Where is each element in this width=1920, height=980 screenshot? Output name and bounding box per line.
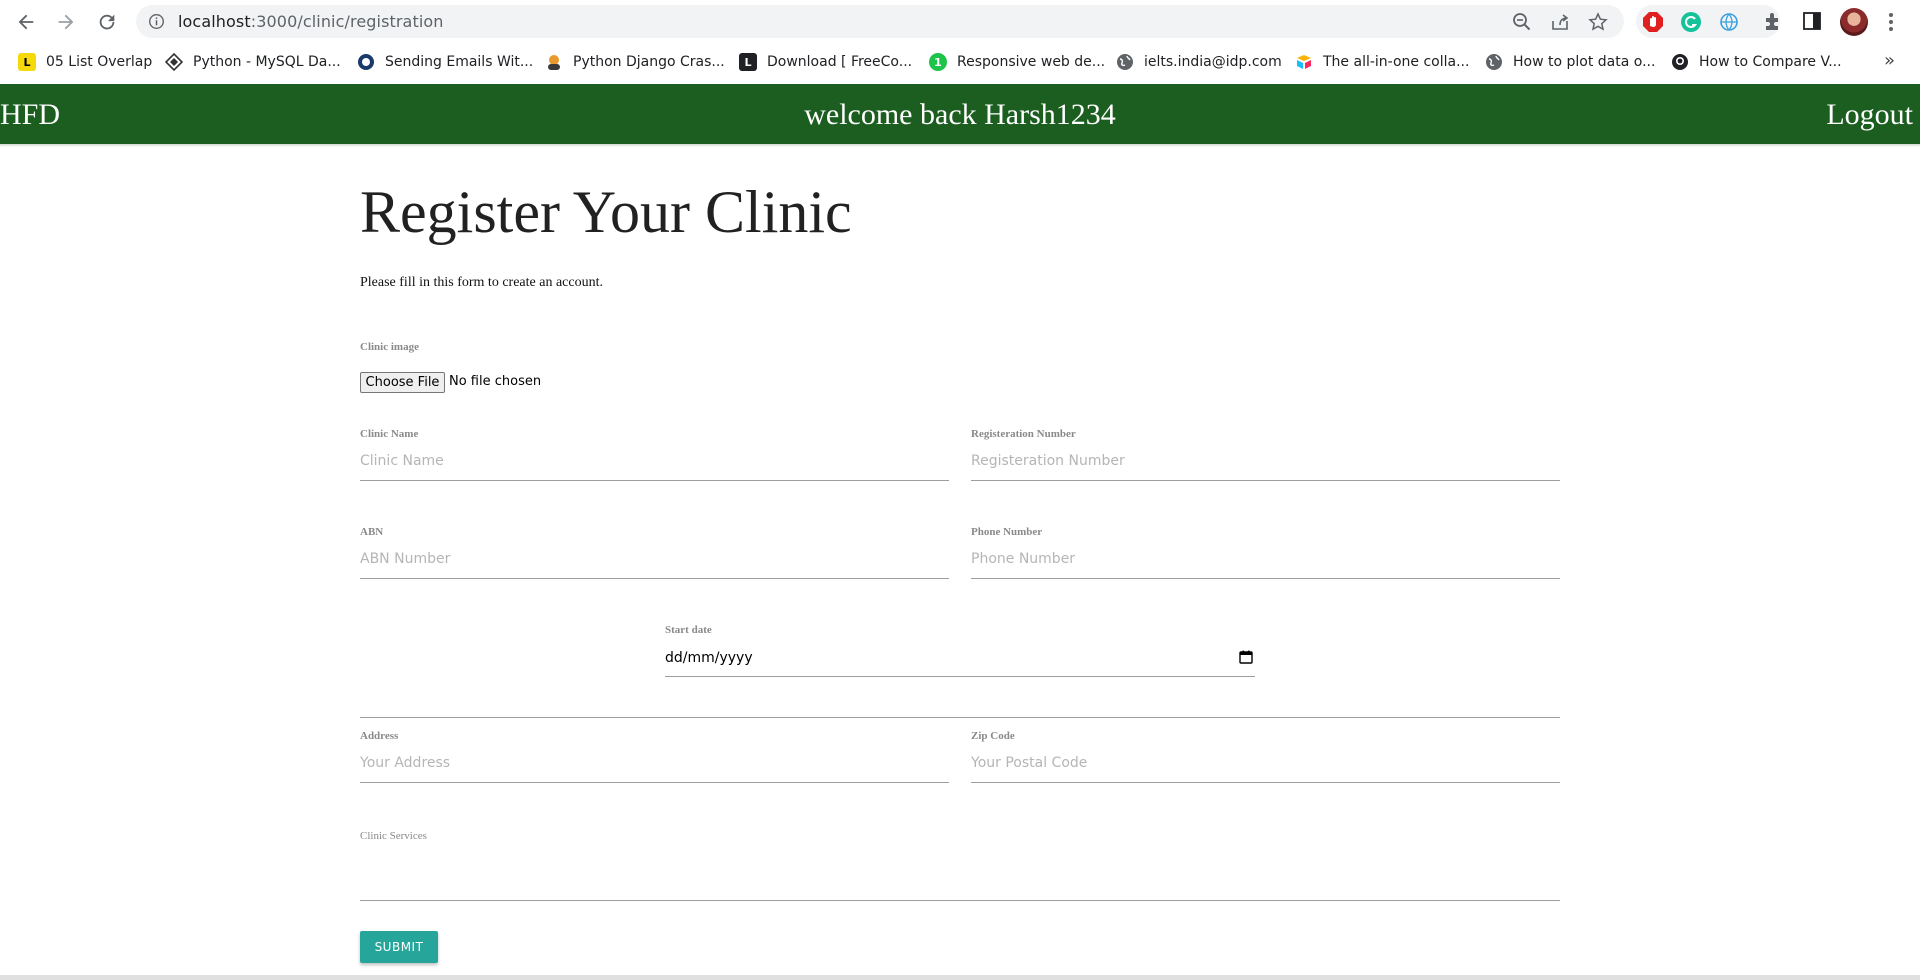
bookmark-item[interactable]: 1 Responsive web de...	[929, 51, 1105, 73]
green-badge-icon: 1	[929, 53, 947, 71]
bookmark-label: Python Django Cras...	[573, 54, 725, 70]
side-panel-icon[interactable]	[1801, 10, 1823, 32]
back-button[interactable]	[12, 8, 40, 36]
registration-number-input[interactable]: Registeration Number	[971, 451, 1560, 481]
page-title: Register Your Clinic	[360, 179, 852, 245]
zip-code-label: Zip Code	[971, 730, 1015, 742]
window-bottom-edge	[0, 975, 1920, 980]
phone-number-placeholder: Phone Number	[971, 551, 1076, 567]
bookmark-label: How to plot data o...	[1513, 54, 1656, 70]
globe-icon	[1117, 54, 1133, 70]
bookmark-label: ielts.india@idp.com	[1144, 54, 1282, 70]
extensions-group	[1636, 5, 1780, 38]
bookmark-label: The all-in-one colla...	[1323, 54, 1470, 70]
registration-number-placeholder: Registeration Number	[971, 453, 1125, 469]
form-subtitle: Please fill in this form to create an ac…	[360, 275, 603, 290]
clinic-image-label: Clinic image	[360, 341, 419, 353]
abn-placeholder: ABN Number	[360, 551, 451, 567]
forward-button[interactable]	[52, 8, 80, 36]
start-date-input[interactable]: dd/mm/yyyy	[665, 647, 1255, 677]
adblock-icon[interactable]	[1642, 11, 1664, 33]
registration-number-label: Registeration Number	[971, 428, 1076, 440]
avatar-icon	[548, 55, 560, 70]
bookmark-item[interactable]: ielts.india@idp.com	[1116, 51, 1282, 73]
bookmark-star-icon[interactable]	[1588, 12, 1608, 32]
phone-number-label: Phone Number	[971, 526, 1043, 538]
zip-code-input[interactable]: Your Postal Code	[971, 753, 1560, 783]
url-host: localhost	[178, 12, 251, 31]
phone-number-input[interactable]: Phone Number	[971, 549, 1560, 579]
bookmark-item[interactable]: How to Compare V...	[1671, 51, 1842, 73]
bookmark-label: Download [ FreeCo...	[767, 54, 913, 70]
l-square-icon: L	[739, 53, 757, 71]
choose-file-button[interactable]: Choose File	[360, 372, 445, 393]
submit-button[interactable]: SUBMIT	[360, 931, 438, 963]
grammarly-icon[interactable]	[1680, 11, 1702, 33]
navbar-shadow	[0, 144, 1920, 147]
bookmark-item[interactable]: The all-in-one colla...	[1295, 51, 1469, 73]
abn-input[interactable]: ABN Number	[360, 549, 949, 579]
clinic-name-input[interactable]: Clinic Name	[360, 451, 949, 481]
address-input[interactable]: Your Address	[360, 753, 949, 783]
web-extension-icon[interactable]	[1718, 11, 1740, 33]
arrow-left-icon	[18, 14, 34, 30]
bookmark-item[interactable]: How to plot data o...	[1485, 51, 1655, 73]
bookmark-item[interactable]: Python Django Cras...	[545, 51, 725, 73]
profile-avatar[interactable]	[1840, 8, 1868, 36]
github-icon	[1672, 54, 1688, 70]
url-text[interactable]: localhost:3000/clinic/registration	[178, 12, 444, 31]
bookmark-item[interactable]: L 05 List Overlap	[18, 51, 152, 73]
bookmark-label: Python - MySQL Da...	[193, 54, 341, 70]
clinic-name-placeholder: Clinic Name	[360, 453, 444, 469]
zoom-icon[interactable]	[1512, 12, 1532, 32]
clinic-services-textarea[interactable]	[360, 850, 1560, 901]
reload-button[interactable]	[93, 8, 121, 36]
bookmark-label: Sending Emails Wit...	[385, 54, 534, 70]
bookmark-label: How to Compare V...	[1699, 54, 1842, 70]
zip-code-placeholder: Your Postal Code	[971, 755, 1088, 771]
l-badge-icon: L	[18, 53, 36, 71]
share-icon[interactable]	[1550, 12, 1570, 32]
info-icon[interactable]	[148, 13, 165, 30]
url-path: :3000/clinic/registration	[250, 12, 444, 31]
welcome-message: welcome back Harsh1234	[804, 98, 1116, 131]
start-date-label: Start date	[665, 624, 712, 636]
address-bar[interactable]: localhost:3000/clinic/registration	[136, 5, 1624, 38]
file-status-text: No file chosen	[449, 374, 542, 389]
circle-logo-icon	[358, 54, 374, 70]
more-options-icon[interactable]	[1884, 9, 1898, 35]
reload-icon	[99, 14, 115, 30]
bookmark-item[interactable]: L Download [ FreeCo...	[739, 51, 912, 73]
logout-link[interactable]: Logout	[1826, 98, 1913, 132]
clinic-name-label: Clinic Name	[360, 428, 419, 440]
browser-toolbar: localhost:3000/clinic/registration	[0, 0, 1920, 43]
bookmark-label: Responsive web de...	[957, 54, 1106, 70]
puzzle-extensions-icon[interactable]	[1762, 10, 1784, 32]
bookmark-label: 05 List Overlap	[46, 54, 153, 70]
diamond-icon	[165, 53, 183, 71]
start-date-value: dd/mm/yyyy	[665, 650, 753, 666]
address-label: Address	[360, 730, 399, 742]
clinic-services-label: Clinic Services	[360, 830, 427, 842]
address-placeholder: Your Address	[360, 755, 451, 771]
calendar-icon[interactable]	[1239, 650, 1253, 664]
bookmarks-bar: L 05 List Overlap Python - MySQL Da... S…	[0, 43, 1920, 79]
section-divider	[360, 717, 1560, 718]
bookmarks-overflow-icon[interactable]: »	[1884, 50, 1895, 71]
abn-label: ABN	[360, 526, 384, 538]
bookmark-item[interactable]: Python - MySQL Da...	[165, 51, 341, 73]
arrow-right-icon	[58, 14, 74, 30]
globe-icon	[1486, 54, 1502, 70]
app-navbar: HFD welcome back Harsh1234 Logout	[0, 84, 1920, 144]
bookmark-item[interactable]: Sending Emails Wit...	[357, 51, 533, 73]
airtable-icon	[1297, 55, 1311, 69]
